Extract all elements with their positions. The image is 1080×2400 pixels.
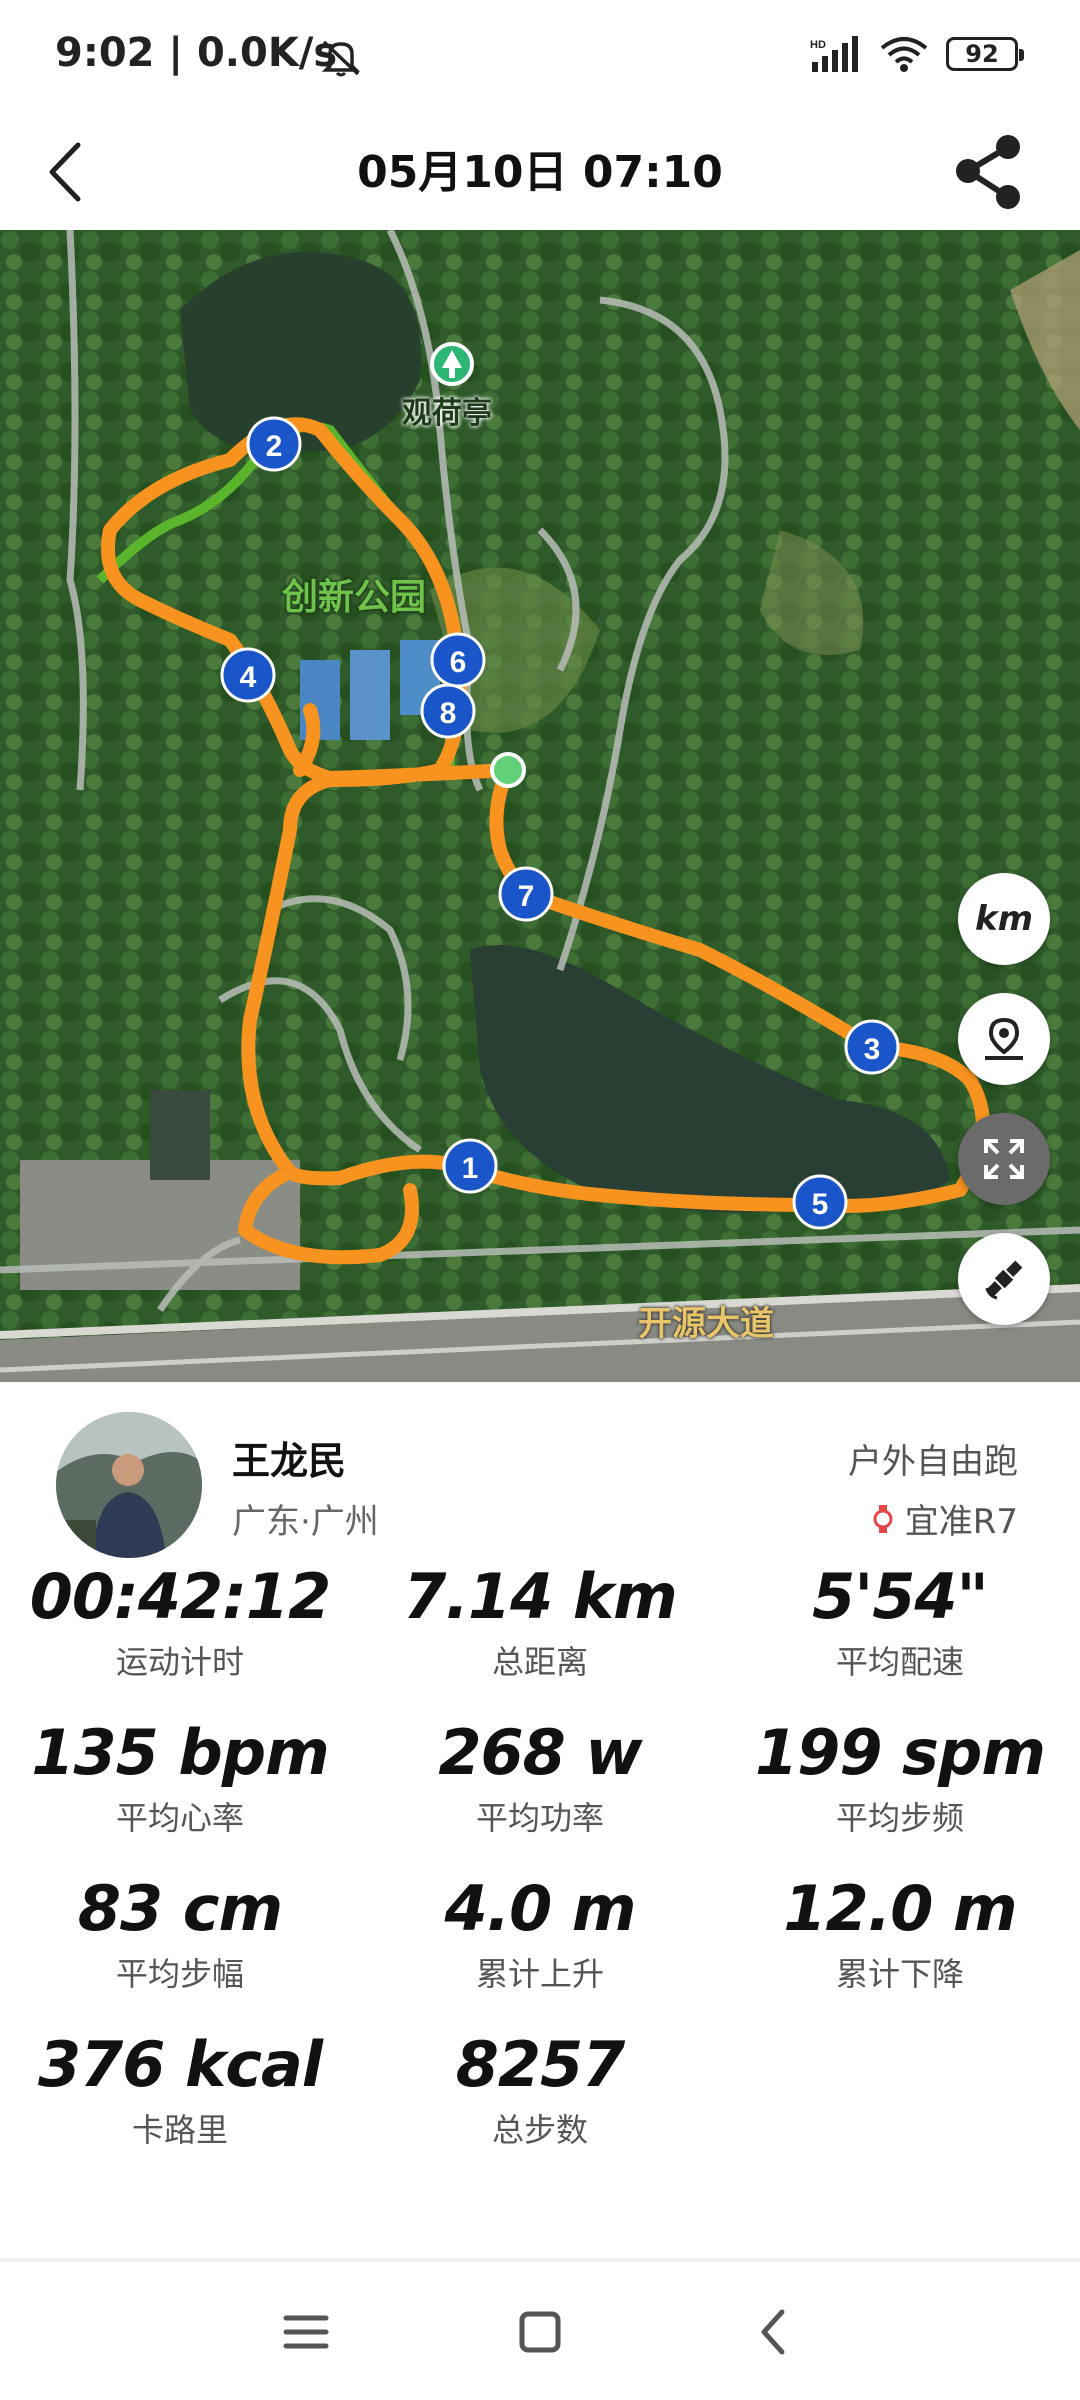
status-time: 9:02 | 0.0K/s — [55, 30, 338, 76]
user-location: 广东·广州 — [232, 1502, 379, 1542]
avatar[interactable] — [56, 1412, 202, 1558]
stat-value: 5'54" — [812, 1560, 989, 1633]
stat-pace: 5'54" 平均配速 — [720, 1560, 1080, 1683]
stat-calories: 376 kcal 卡路里 — [0, 2028, 360, 2151]
stat-distance: 7.14 km 总距离 — [360, 1560, 720, 1683]
svg-text:5: 5 — [812, 1188, 829, 1221]
km-marker-1[interactable]: 1 — [442, 1138, 498, 1194]
stat-value: 12.0 m — [783, 1872, 1017, 1945]
share-icon[interactable] — [950, 129, 1030, 214]
user-name: 王龙民 — [232, 1439, 347, 1483]
system-nav-bar — [0, 2258, 1080, 2400]
avatar-photo — [56, 1412, 202, 1558]
stat-value: 376 kcal — [37, 2028, 323, 2101]
device-info: 宜准R7 — [871, 1494, 1018, 1543]
km-markers: 1 2 3 4 5 6 7 8 — [220, 416, 900, 1230]
stat-stride: 83 cm 平均步幅 — [0, 1872, 360, 1995]
map-label-pavilion: 观荷亭 — [402, 396, 492, 431]
km-marker-7[interactable]: 7 — [498, 866, 554, 922]
svg-text:7: 7 — [518, 880, 535, 913]
stat-label: 平均配速 — [835, 1643, 964, 1681]
back-nav-icon[interactable] — [744, 2302, 804, 2362]
stat-value: 135 bpm — [31, 1716, 329, 1789]
stat-value: 8257 — [455, 2028, 626, 2101]
stat-steps: 8257 总步数 — [360, 2028, 720, 2151]
stat-value: 83 cm — [77, 1872, 283, 1945]
stat-label: 卡路里 — [131, 2111, 228, 2149]
km-marker-5[interactable]: 5 — [792, 1174, 848, 1230]
location-button[interactable] — [958, 993, 1050, 1085]
stat-value: 4.0 m — [444, 1872, 636, 1945]
map-label-park: 创新公园 — [282, 577, 427, 618]
device-name: 宜准R7 — [904, 1502, 1018, 1542]
svg-text:2: 2 — [266, 430, 283, 463]
stat-value: 00:42:12 — [29, 1560, 331, 1633]
battery-indicator: 92 — [946, 37, 1024, 71]
map-label-road: 开源大道 — [638, 1304, 774, 1344]
stat-label: 累计上升 — [475, 1955, 604, 1993]
svg-text:HD: HD — [810, 39, 826, 51]
stat-label: 运动计时 — [115, 1643, 244, 1681]
stat-label: 平均功率 — [475, 1799, 604, 1837]
route-map[interactable]: 1 2 3 4 5 6 7 8 观荷亭 创新公园 开源大道 km — [0, 230, 1080, 1382]
stat-label: 平均心率 — [115, 1799, 244, 1837]
header: 05月10日 07:10 — [0, 115, 1080, 230]
wifi-icon — [880, 37, 928, 72]
svg-text:8: 8 — [440, 697, 457, 730]
stat-label: 平均步幅 — [115, 1955, 244, 1993]
watch-icon — [873, 1504, 893, 1533]
km-toggle-button[interactable]: km — [958, 873, 1050, 965]
km-marker-3[interactable]: 3 — [844, 1019, 900, 1075]
page-title: 05月10日 07:10 — [357, 147, 723, 198]
user-profile: 王龙民 广东·广州 户外自由跑 宜准R7 — [0, 1382, 1080, 1572]
svg-text:3: 3 — [864, 1033, 881, 1066]
km-marker-8[interactable]: 8 — [420, 683, 476, 739]
stat-ascent: 4.0 m 累计上升 — [360, 1872, 720, 1995]
stat-label: 平均步频 — [835, 1799, 964, 1837]
km-marker-4[interactable]: 4 — [220, 647, 276, 703]
home-icon[interactable] — [510, 2302, 570, 2362]
stat-descent: 12.0 m 累计下降 — [720, 1872, 1080, 1995]
svg-text:4: 4 — [240, 661, 257, 694]
stat-cadence: 199 spm 平均步频 — [720, 1716, 1080, 1839]
stat-value: 268 w — [438, 1716, 642, 1789]
stat-label: 累计下降 — [835, 1955, 964, 1993]
satellite-icon — [985, 1260, 1023, 1300]
signal-icon: HD — [810, 36, 858, 72]
svg-text:1: 1 — [462, 1152, 479, 1185]
mute-bell-icon — [321, 40, 361, 77]
expand-icon — [984, 1139, 1024, 1179]
stat-heart-rate: 135 bpm 平均心率 — [0, 1716, 360, 1839]
location-pin-icon — [985, 1017, 1023, 1060]
stat-label: 总距离 — [491, 1643, 588, 1681]
stat-label: 总步数 — [491, 2111, 588, 2149]
activity-type: 户外自由跑 — [848, 1442, 1018, 1482]
stat-value: 199 spm — [755, 1716, 1046, 1789]
stat-duration: 00:42:12 运动计时 — [0, 1560, 360, 1683]
status-bar: 9:02 | 0.0K/s HD 92 — [0, 0, 1080, 115]
menu-icon[interactable] — [276, 2302, 336, 2362]
satellite-view-button[interactable] — [958, 1233, 1050, 1325]
stat-power: 268 w 平均功率 — [360, 1716, 720, 1839]
svg-text:6: 6 — [450, 646, 467, 679]
km-marker-6[interactable]: 6 — [430, 632, 486, 688]
fullscreen-button[interactable] — [958, 1113, 1050, 1205]
km-marker-2[interactable]: 2 — [246, 416, 302, 472]
stat-value: 7.14 km — [403, 1560, 677, 1633]
